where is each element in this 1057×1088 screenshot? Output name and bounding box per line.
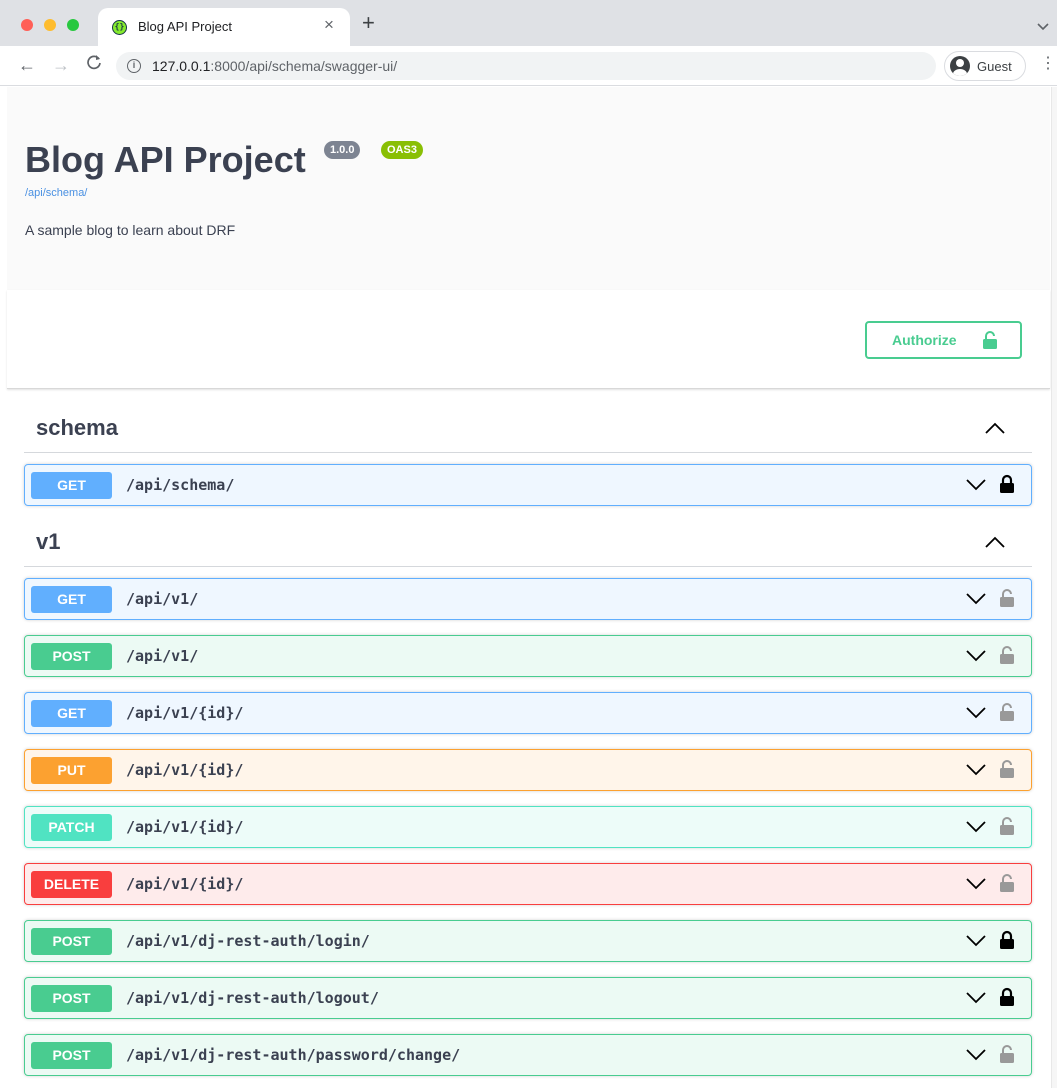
operation-path[interactable]: /api/v1/{id}/ <box>126 704 243 722</box>
lock-open-icon[interactable] <box>999 873 1015 898</box>
api-title: Blog API Project <box>25 139 306 180</box>
tag-name[interactable]: v1 <box>36 529 60 555</box>
lock-open-icon[interactable] <box>999 588 1015 613</box>
url-path: :8000/api/schema/swagger-ui/ <box>210 58 398 74</box>
scheme-container: Authorize <box>7 290 1050 389</box>
lock-closed-icon[interactable] <box>999 474 1015 499</box>
tag-header-schema[interactable]: schema <box>24 407 1032 453</box>
chevron-down-icon[interactable] <box>965 991 987 1010</box>
method-badge[interactable]: GET <box>31 586 112 613</box>
chevron-down-icon[interactable] <box>965 934 987 953</box>
api-description: A sample blog to learn about DRF <box>25 222 236 238</box>
tab-title: Blog API Project <box>138 19 232 34</box>
tag-header-v1[interactable]: v1 <box>24 521 1032 567</box>
lock-open-icon[interactable] <box>999 759 1015 784</box>
operation-block[interactable]: PATCH/api/v1/{id}/ <box>24 806 1032 848</box>
profile-label: Guest <box>977 59 1012 74</box>
operation-path[interactable]: /api/v1/{id}/ <box>126 761 243 779</box>
operation-block[interactable]: POST/api/v1/ <box>24 635 1032 677</box>
chevron-up-icon[interactable] <box>984 421 1006 440</box>
lock-closed-icon[interactable] <box>999 987 1015 1012</box>
api-info-section: Blog API Project 1.0.0 OAS3 /api/schema/… <box>7 87 1050 290</box>
lock-open-icon <box>982 331 998 354</box>
swagger-ui-page: Blog API Project 1.0.0 OAS3 /api/schema/… <box>0 87 1057 1088</box>
page-scrollbar[interactable] <box>1051 87 1057 1088</box>
lock-open-icon[interactable] <box>999 1044 1015 1069</box>
site-info-icon[interactable]: i <box>127 59 141 73</box>
operation-block[interactable]: POST/api/v1/dj-rest-auth/logout/ <box>24 977 1032 1019</box>
operation-path[interactable]: /api/schema/ <box>126 476 234 494</box>
operation-path[interactable]: /api/v1/dj-rest-auth/logout/ <box>126 989 379 1007</box>
method-badge[interactable]: GET <box>31 472 112 499</box>
chevron-down-icon[interactable] <box>965 592 987 611</box>
lock-open-icon[interactable] <box>999 816 1015 841</box>
version-badge: 1.0.0 <box>324 141 361 159</box>
back-arrow-icon[interactable]: ← <box>18 53 36 77</box>
method-badge[interactable]: DELETE <box>31 871 112 898</box>
url-text[interactable]: 127.0.0.1:8000/api/schema/swagger-ui/ <box>152 58 397 74</box>
browser-menu-icon[interactable]: ⋮ <box>1040 55 1056 73</box>
window-zoom-button[interactable] <box>67 19 79 31</box>
oas-badge: OAS3 <box>381 141 423 159</box>
operation-block[interactable]: GET/api/v1/ <box>24 578 1032 620</box>
method-badge[interactable]: GET <box>31 700 112 727</box>
address-bar[interactable]: i 127.0.0.1:8000/api/schema/swagger-ui/ <box>116 52 936 80</box>
operation-block[interactable]: DELETE/api/v1/{id}/ <box>24 863 1032 905</box>
lock-open-icon[interactable] <box>999 702 1015 727</box>
operation-block[interactable]: PUT/api/v1/{id}/ <box>24 749 1032 791</box>
tag-name[interactable]: schema <box>36 415 118 441</box>
method-badge[interactable]: PUT <box>31 757 112 784</box>
chevron-down-icon[interactable] <box>965 649 987 668</box>
guest-avatar-icon <box>950 56 970 76</box>
operation-path[interactable]: /api/v1/ <box>126 590 198 608</box>
operation-path[interactable]: /api/v1/{id}/ <box>126 818 243 836</box>
chevron-down-icon[interactable] <box>965 877 987 896</box>
operation-path[interactable]: /api/v1/{id}/ <box>126 875 243 893</box>
operation-path[interactable]: /api/v1/dj-rest-auth/login/ <box>126 932 370 950</box>
profile-button[interactable]: Guest <box>944 51 1026 81</box>
window-minimize-button[interactable] <box>44 19 56 31</box>
chevron-down-icon[interactable] <box>965 820 987 839</box>
browser-toolbar: ← → i 127.0.0.1:8000/api/schema/swagger-… <box>0 46 1057 86</box>
method-badge[interactable]: POST <box>31 985 112 1012</box>
reload-icon[interactable] <box>86 53 102 77</box>
chevron-down-icon[interactable] <box>965 478 987 497</box>
operation-path[interactable]: /api/v1/dj-rest-auth/password/change/ <box>126 1046 460 1064</box>
chevron-up-icon[interactable] <box>984 535 1006 554</box>
tab-search-icon[interactable] <box>1037 20 1049 34</box>
authorize-label: Authorize <box>892 332 957 348</box>
method-badge[interactable]: POST <box>31 928 112 955</box>
operation-path[interactable]: /api/v1/ <box>126 647 198 665</box>
method-badge[interactable]: PATCH <box>31 814 112 841</box>
tab-close-icon[interactable]: × <box>324 15 334 35</box>
browser-tab-bar: {} Blog API Project × + <box>0 0 1057 46</box>
new-tab-button[interactable]: + <box>362 12 375 34</box>
operation-block[interactable]: GET/api/schema/ <box>24 464 1032 506</box>
swagger-favicon-icon: {} <box>112 20 127 35</box>
operation-block[interactable]: GET/api/v1/{id}/ <box>24 692 1032 734</box>
window-close-button[interactable] <box>21 19 33 31</box>
chevron-down-icon[interactable] <box>965 1048 987 1067</box>
operation-block[interactable]: POST/api/v1/dj-rest-auth/password/change… <box>24 1034 1032 1076</box>
authorize-button[interactable]: Authorize <box>865 321 1022 359</box>
method-badge[interactable]: POST <box>31 643 112 670</box>
chevron-down-icon[interactable] <box>965 706 987 725</box>
schema-url-link[interactable]: /api/schema/ <box>25 187 87 199</box>
operation-block[interactable]: POST/api/v1/dj-rest-auth/login/ <box>24 920 1032 962</box>
lock-closed-icon[interactable] <box>999 930 1015 955</box>
lock-open-icon[interactable] <box>999 645 1015 670</box>
forward-arrow-icon[interactable]: → <box>52 53 70 77</box>
browser-tab[interactable]: {} Blog API Project × <box>98 8 350 46</box>
chevron-down-icon[interactable] <box>965 763 987 782</box>
url-host: 127.0.0.1 <box>152 58 211 74</box>
method-badge[interactable]: POST <box>31 1042 112 1069</box>
